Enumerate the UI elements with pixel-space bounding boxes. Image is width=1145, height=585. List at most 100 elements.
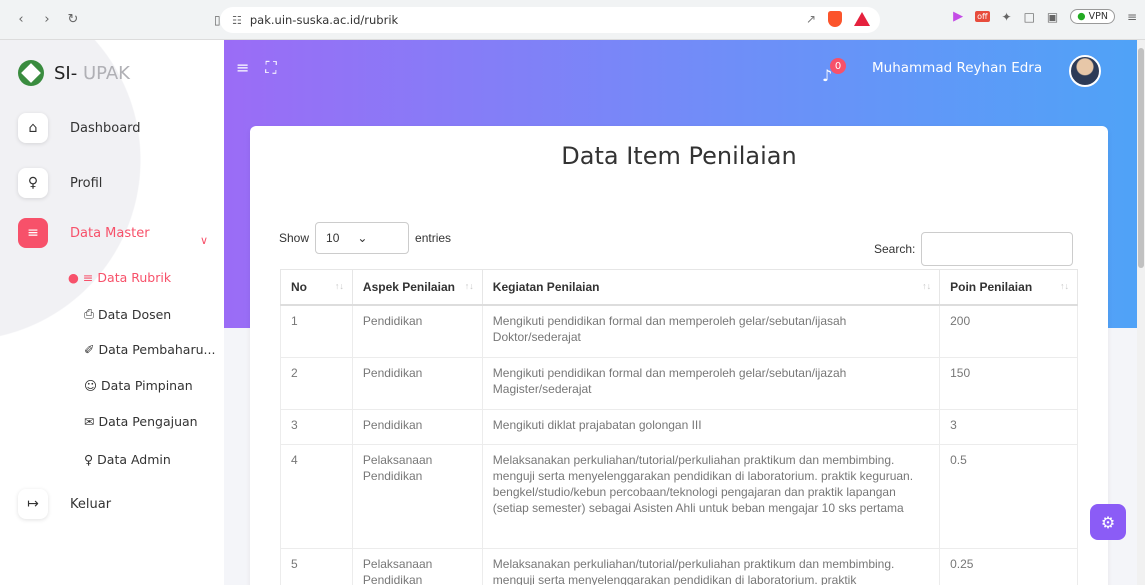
cell-aspek: Pendidikan (351, 357, 483, 410)
sidebar-item-dashboard[interactable]: ⌂ Dashboard (18, 113, 141, 143)
subitem-label: Data Rubrik (97, 270, 172, 285)
sidebar-subitem-data-admin[interactable]: ♀ Data Admin (84, 452, 171, 467)
subitem-label: Data Admin (97, 452, 171, 467)
search-control: Search: (874, 232, 1074, 266)
subitem-label: Data Pengajuan (98, 414, 198, 429)
entries-select[interactable]: 10 ⌄ (315, 222, 410, 254)
sidebar-subitem-data-pimpinan[interactable]: ☺ Data Pimpinan (84, 378, 193, 393)
header-tools: ≡ ⛶ (236, 58, 277, 78)
sort-icon: ↑↓ (464, 281, 474, 291)
chevron-down-icon[interactable]: ∨ (200, 234, 208, 247)
entries-label: entries (415, 231, 452, 245)
sidebar-item-data-master[interactable]: ≡ Data Master (18, 218, 150, 248)
sidebar-item-keluar[interactable]: ↦ Keluar (18, 489, 111, 519)
cell-no: 3 (280, 409, 353, 445)
cell-aspek: Pendidikan (351, 304, 483, 358)
cell-aspek: Pelaksanaan Pendidikan (351, 444, 483, 549)
settings-gear-icon[interactable]: ⚙ (1090, 504, 1126, 540)
users-icon: ☺ (84, 378, 98, 393)
search-label: Search: (874, 242, 916, 256)
table-row: 5 Pelaksanaan Pendidikan Melaksanakan pe… (280, 548, 1078, 585)
rubrik-table: No ↑↓ Aspek Penilaian ↑↓ Kegiatan Penilaia… (280, 269, 1078, 585)
cell-aspek: Pelaksanaan Pendidikan (351, 548, 483, 585)
wallet-icon[interactable]: ▣ (1047, 10, 1058, 24)
cell-kegiatan: Mengikuti pendidikan formal dan memperol… (481, 304, 941, 358)
table-row: 3 Pendidikan Mengikuti diklat prajabatan… (280, 409, 1078, 445)
edit-icon: ✐ (84, 342, 95, 357)
address-bar[interactable]: ☷ pak.uin-suska.ac.id/rubrik ↗ (220, 7, 880, 33)
table-row: 2 Pendidikan Mengikuti pendidikan formal… (280, 357, 1078, 410)
cell-poin: 0.5 (939, 444, 1078, 549)
browser-toolbar: ‹ › ↻ ▯ ☷ pak.uin-suska.ac.id/rubrik ↗ ▶… (0, 0, 1145, 40)
brave-rewards-icon[interactable] (854, 12, 870, 26)
menu-icon[interactable]: ≡ (1127, 10, 1137, 24)
sort-icon: ↑↓ (334, 281, 344, 291)
column-header-aspek[interactable]: Aspek Penilaian ↑↓ (351, 269, 483, 306)
url-text: pak.uin-suska.ac.id/rubrik (249, 13, 399, 27)
logout-icon: ↦ (18, 489, 48, 519)
logo-icon (18, 60, 44, 86)
column-header-no[interactable]: No ↑↓ (280, 269, 353, 306)
sidebar-subitem-data-rubrik[interactable]: ● ≡ Data Rubrik (68, 270, 171, 285)
app-title: SI- UPAK (54, 62, 130, 84)
entries-length-control: Show 10 ⌄ entries (279, 222, 451, 254)
active-dot-icon: ● (68, 270, 79, 285)
sidebar-item-profil[interactable]: ♀ Profil (18, 168, 102, 198)
search-input[interactable] (921, 232, 1074, 266)
avatar[interactable] (1069, 55, 1101, 87)
vpn-button[interactable]: ● VPN (1070, 9, 1115, 24)
column-header-kegiatan[interactable]: Kegiatan Penilaian ↑↓ (481, 269, 941, 306)
user-name[interactable]: Muhammad Reyhan Edra (872, 60, 1042, 76)
subitem-label: Data Pembaharu... (98, 342, 216, 357)
hamburger-menu-icon[interactable]: ≡ (236, 58, 249, 78)
sidebar-item-label: Keluar (70, 496, 112, 512)
fullscreen-icon[interactable]: ⛶ (265, 58, 276, 78)
sort-icon: ↑↓ (1060, 281, 1069, 291)
scrollbar-thumb[interactable] (1138, 48, 1144, 268)
sidebar-toggle-icon[interactable]: □ (1024, 10, 1035, 24)
table-row: 1 Pendidikan Mengikuti pendidikan formal… (280, 304, 1078, 358)
page-title: Data Item Penilaian (561, 142, 797, 170)
subitem-label: Data Pimpinan (101, 378, 193, 393)
cell-aspek: Pendidikan (351, 409, 483, 445)
home-icon: ⌂ (18, 113, 48, 143)
sidebar-item-label: Data Master (70, 225, 150, 241)
back-icon[interactable]: ‹ (10, 9, 32, 31)
share-icon[interactable]: ↗ (806, 12, 816, 26)
page-scrollbar[interactable] (1137, 40, 1145, 585)
cell-poin: 150 (939, 357, 1078, 410)
sidebar-subitem-data-pengajuan[interactable]: ✉ Data Pengajuan (84, 414, 198, 429)
extensions-icon[interactable]: ✦ (1002, 10, 1012, 24)
app-logo[interactable]: SI- UPAK (18, 60, 130, 86)
sidebar: SI- UPAK ⌂ Dashboard ♀ Profil ≡ Data Mas… (0, 40, 224, 585)
sidebar-item-label: Profil (70, 175, 103, 191)
extension-off-icon[interactable]: off (975, 11, 990, 22)
entries-value: 10 (326, 231, 340, 245)
notification-count-badge: 0 (830, 58, 846, 74)
cell-kegiatan: Mengikuti pendidikan formal dan memperol… (481, 357, 941, 410)
sidebar-subitem-data-pembaharu[interactable]: ✐ Data Pembaharu... (84, 342, 215, 357)
sidebar-subitem-data-dosen[interactable]: ⎙ Data Dosen (84, 306, 171, 322)
reload-icon[interactable]: ↻ (62, 9, 84, 31)
vpn-label: VPN (1088, 11, 1108, 22)
cell-kegiatan: Melaksanakan perkuliahan/tutorial/perkul… (481, 444, 941, 549)
sort-icon: ↑↓ (922, 281, 932, 291)
notification-bell-icon[interactable]: ♪ 0 (822, 58, 846, 88)
subitem-label: Data Dosen (98, 306, 172, 322)
user-icon: ♀ (18, 168, 48, 198)
cell-poin: 200 (939, 304, 1078, 358)
extension-leo-icon[interactable]: ▶ (953, 9, 963, 24)
forward-icon[interactable]: › (36, 9, 58, 31)
cell-poin: 3 (939, 409, 1078, 445)
show-label: Show (279, 231, 310, 245)
brave-shield-icon[interactable] (828, 11, 842, 27)
cell-no: 4 (280, 444, 353, 549)
cell-poin: 0.25 (939, 548, 1078, 585)
data-card: Data Item Penilaian Show 10 ⌄ entries Se… (250, 126, 1108, 585)
cell-kegiatan: Mengikuti diklat prajabatan golongan III (481, 409, 941, 445)
cell-no: 2 (280, 357, 353, 410)
site-settings-icon[interactable]: ☷ (232, 14, 242, 27)
table-header-row: No ↑↓ Aspek Penilaian ↑↓ Kegiatan Penilaia… (280, 269, 1078, 306)
printer-icon: ⎙ (84, 306, 95, 321)
column-header-poin[interactable]: Poin Penilaian ↑↓ (939, 269, 1078, 306)
